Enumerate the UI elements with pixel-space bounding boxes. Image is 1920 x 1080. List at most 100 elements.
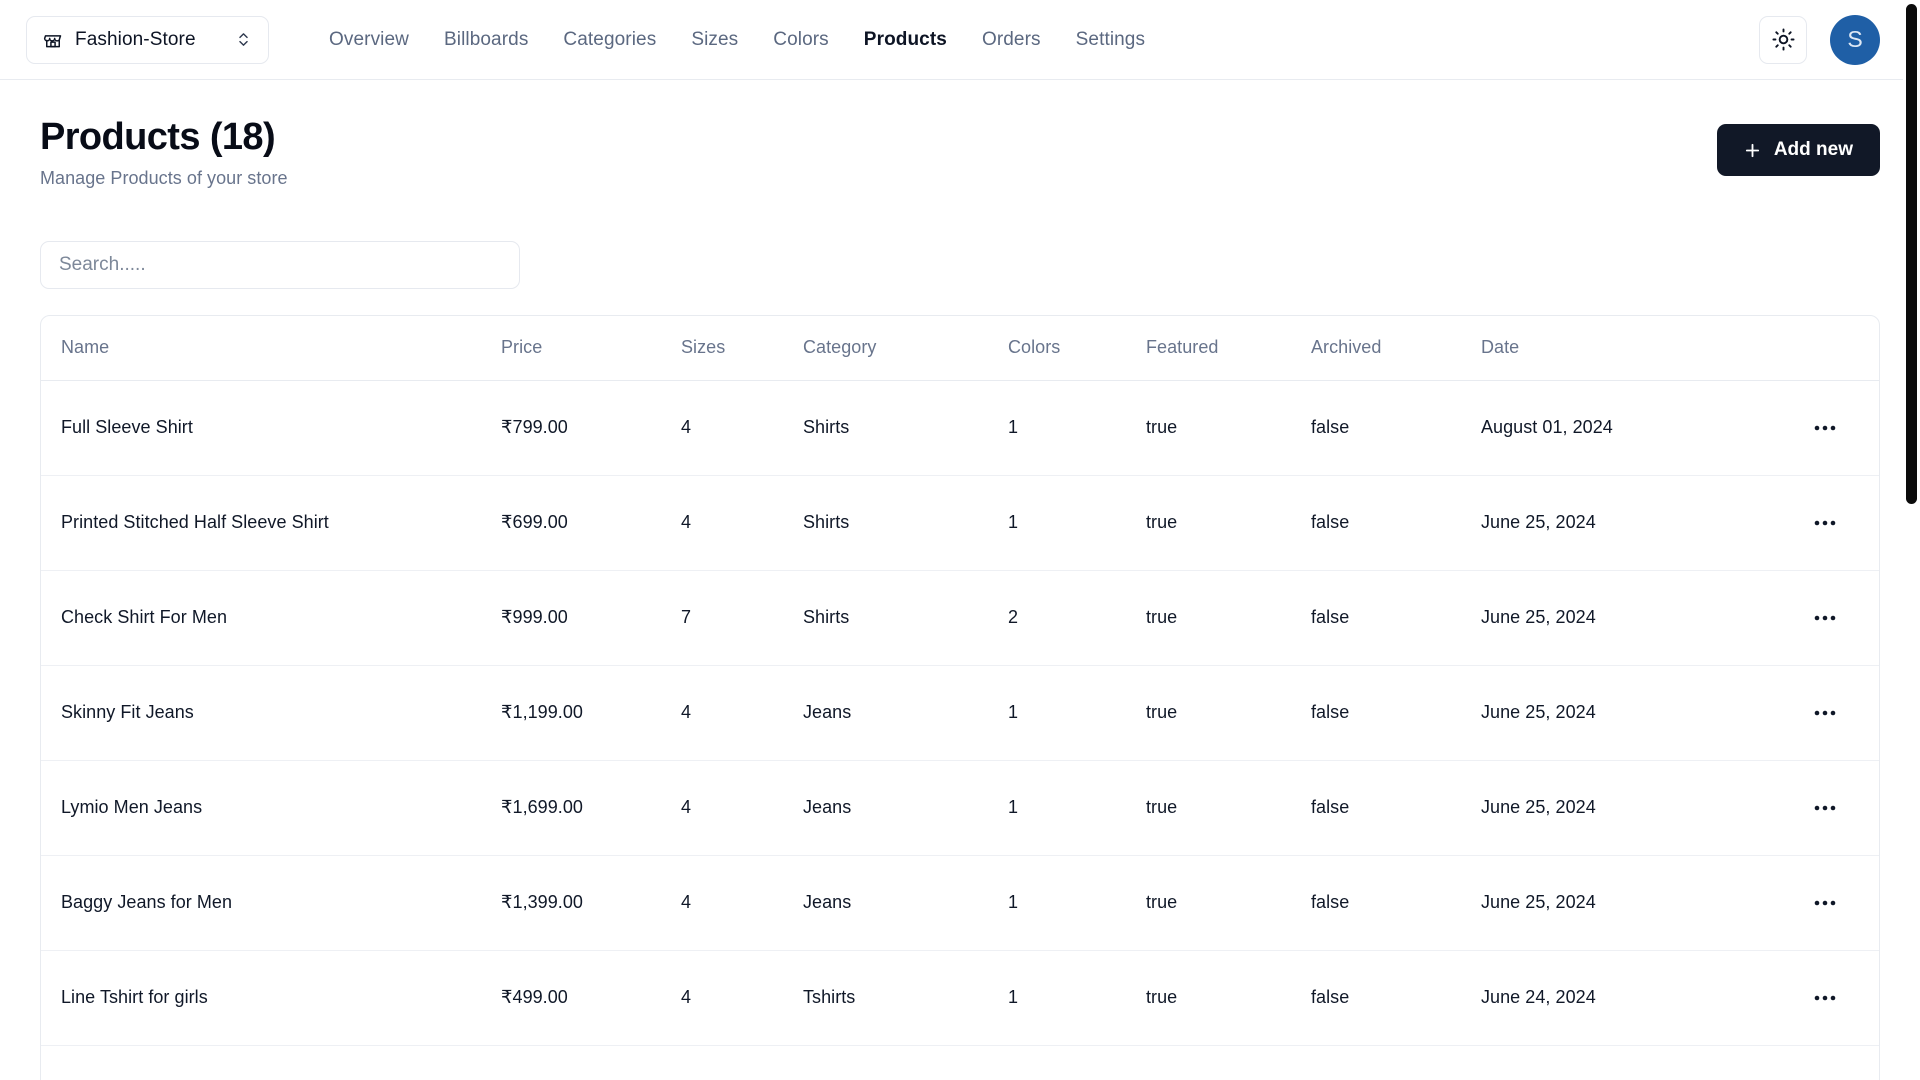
nav-link-products[interactable]: Products bbox=[864, 29, 947, 51]
cell-sizes: 4 bbox=[681, 475, 803, 571]
store-switcher-label: Fashion-Store bbox=[75, 28, 196, 50]
cell-price: ₹699.00 bbox=[501, 475, 681, 571]
cell-name: Check Shirt For Men bbox=[41, 570, 501, 666]
products-table-head: Name Price Sizes Category Colors Feature… bbox=[41, 315, 1879, 381]
row-actions-button[interactable] bbox=[1805, 888, 1845, 918]
nav-link-billboards[interactable]: Billboards bbox=[444, 29, 528, 51]
cell-price: ₹999.00 bbox=[501, 570, 681, 666]
products-table-card: Name Price Sizes Category Colors Feature… bbox=[40, 314, 1880, 1080]
row-actions-button[interactable] bbox=[1805, 793, 1845, 823]
sun-icon bbox=[1771, 28, 1795, 51]
cell-sizes: 5 bbox=[681, 1045, 803, 1080]
store-icon bbox=[43, 30, 63, 50]
cell-actions bbox=[1771, 570, 1879, 666]
row-actions-button[interactable] bbox=[1805, 983, 1845, 1013]
cell-price: ₹1,499.00 bbox=[501, 1045, 681, 1080]
cell-featured: true bbox=[1146, 665, 1311, 761]
ellipsis-horizontal-icon bbox=[1814, 900, 1836, 906]
cell-archived: false bbox=[1311, 855, 1481, 951]
cell-sizes: 4 bbox=[681, 665, 803, 761]
cell-date: June 25, 2024 bbox=[1481, 665, 1771, 761]
cell-actions bbox=[1771, 855, 1879, 951]
cell-archived: false bbox=[1311, 1045, 1481, 1080]
cell-archived: false bbox=[1311, 380, 1481, 476]
nav-link-overview[interactable]: Overview bbox=[329, 29, 409, 51]
cell-actions bbox=[1771, 380, 1879, 476]
scrollbar-thumb[interactable] bbox=[1906, 4, 1917, 504]
cell-date: June 25, 2024 bbox=[1481, 570, 1771, 666]
cell-archived: false bbox=[1311, 570, 1481, 666]
cell-name: Printed Stitched Half Sleeve Shirt bbox=[41, 475, 501, 571]
table-row: Baggy Jeans for Men ₹1,399.00 4 Jeans 1 true f… bbox=[41, 855, 1879, 951]
cell-actions bbox=[1771, 760, 1879, 856]
table-row: Skinny Fit Jeans ₹1,199.00 4 Jeans 1 true fals… bbox=[41, 665, 1879, 761]
cell-colors: 1 bbox=[1008, 665, 1146, 761]
row-actions-button[interactable] bbox=[1805, 508, 1845, 538]
cell-date: June 25, 2024 bbox=[1481, 760, 1771, 856]
cell-sizes: 4 bbox=[681, 760, 803, 856]
page-scrollbar[interactable] bbox=[1903, 0, 1920, 1080]
nav-link-settings[interactable]: Settings bbox=[1076, 29, 1145, 51]
search-row bbox=[40, 240, 1880, 289]
cell-name: Skinny Fit Jeans bbox=[41, 665, 501, 761]
cell-colors: 1 bbox=[1008, 855, 1146, 951]
column-header-colors: Colors bbox=[1008, 315, 1146, 381]
cell-actions bbox=[1771, 1045, 1879, 1080]
add-new-button[interactable]: Add new bbox=[1716, 124, 1880, 176]
cell-featured: true bbox=[1146, 855, 1311, 951]
cell-actions bbox=[1771, 665, 1879, 761]
cell-archived: false bbox=[1311, 475, 1481, 571]
avatar-initial: S bbox=[1847, 26, 1863, 52]
cell-category: Jeans bbox=[803, 1045, 1008, 1080]
table-row: Lymio Men Jeans ₹1,699.00 4 Jeans 1 true false… bbox=[41, 760, 1879, 856]
cell-date: August 01, 2024 bbox=[1481, 380, 1771, 476]
nav-link-sizes[interactable]: Sizes bbox=[691, 29, 738, 51]
row-actions-button[interactable] bbox=[1805, 603, 1845, 633]
products-page: Fashion-Store Overview Billboards Catego… bbox=[0, 0, 1920, 1080]
table-header-row: Name Price Sizes Category Colors Feature… bbox=[41, 315, 1879, 381]
cell-colors: 1 bbox=[1008, 475, 1146, 571]
nav-link-categories[interactable]: Categories bbox=[563, 29, 656, 51]
page-content: Products (18) Manage Products of your st… bbox=[0, 80, 1920, 1080]
column-header-featured: Featured bbox=[1146, 315, 1311, 381]
add-new-button-label: Add new bbox=[1773, 139, 1853, 160]
row-actions-button[interactable] bbox=[1805, 698, 1845, 728]
ellipsis-horizontal-icon bbox=[1814, 710, 1836, 716]
cell-sizes: 4 bbox=[681, 855, 803, 951]
cell-sizes: 4 bbox=[681, 950, 803, 1046]
row-actions-button[interactable] bbox=[1805, 413, 1845, 443]
nav-link-orders[interactable]: Orders bbox=[982, 29, 1041, 51]
ellipsis-horizontal-icon bbox=[1814, 805, 1836, 811]
avatar[interactable]: S bbox=[1830, 14, 1880, 65]
page-title: Products (18) bbox=[40, 116, 276, 158]
theme-toggle-button[interactable] bbox=[1759, 15, 1807, 64]
cell-featured: true bbox=[1146, 950, 1311, 1046]
cell-featured: true bbox=[1146, 475, 1311, 571]
cell-category: Jeans bbox=[803, 665, 1008, 761]
nav-link-colors[interactable]: Colors bbox=[773, 29, 829, 51]
cell-date: June 25, 2024 bbox=[1481, 855, 1771, 951]
main-nav: Overview Billboards Categories Sizes Col… bbox=[329, 29, 1145, 51]
cell-name: Baggy Jeans for Men bbox=[41, 855, 501, 951]
cell-date: June 24, 2024 bbox=[1481, 950, 1771, 1046]
column-header-date: Date bbox=[1481, 315, 1771, 381]
column-header-actions bbox=[1771, 315, 1879, 381]
navbar-actions: S bbox=[1759, 14, 1880, 65]
page-header-text: Products (18) Manage Products of your st… bbox=[40, 116, 1717, 189]
table-row: Check Shirt For Men ₹999.00 7 Shirts 2 true fa… bbox=[41, 570, 1879, 666]
cell-price: ₹499.00 bbox=[501, 950, 681, 1046]
store-switcher[interactable]: Fashion-Store bbox=[26, 15, 269, 64]
column-header-sizes: Sizes bbox=[681, 315, 803, 381]
cell-category: Tshirts bbox=[803, 950, 1008, 1046]
cell-colors: 1 bbox=[1008, 1045, 1146, 1080]
column-header-archived: Archived bbox=[1311, 315, 1481, 381]
search-input[interactable] bbox=[40, 240, 520, 289]
cell-archived: false bbox=[1311, 760, 1481, 856]
cell-category: Shirts bbox=[803, 570, 1008, 666]
cell-archived: false bbox=[1311, 665, 1481, 761]
cell-colors: 1 bbox=[1008, 760, 1146, 856]
table-row: Full Sleeve Shirt ₹799.00 4 Shirts 1 true fals… bbox=[41, 380, 1879, 476]
cell-colors: 1 bbox=[1008, 950, 1146, 1046]
cell-category: Jeans bbox=[803, 855, 1008, 951]
cell-price: ₹1,199.00 bbox=[501, 665, 681, 761]
